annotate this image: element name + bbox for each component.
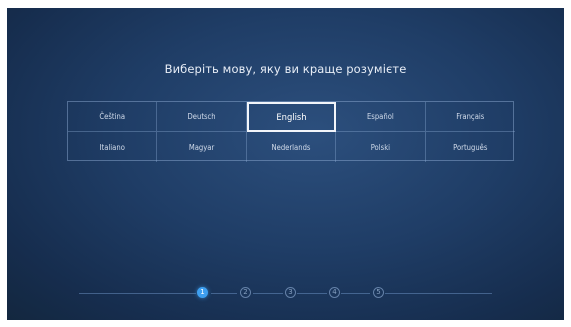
stepper-line-right xyxy=(385,293,492,294)
step-4-indicator: 4 xyxy=(329,287,340,298)
language-grid: Čeština Deutsch English Español Français… xyxy=(67,101,515,162)
page-title: Виберіть мову, яку ви краще розумієте xyxy=(164,62,407,76)
step-1-indicator: 1 xyxy=(197,287,208,298)
setup-progress-stepper: 1 2 3 4 5 xyxy=(7,287,564,301)
language-option-espanol[interactable]: Español xyxy=(336,102,426,132)
language-option-polski[interactable]: Polski xyxy=(336,132,426,162)
language-option-deutsch[interactable]: Deutsch xyxy=(157,102,247,132)
step-2-indicator: 2 xyxy=(240,287,251,298)
language-option-magyar[interactable]: Magyar xyxy=(157,132,247,162)
stepper-line-4-5 xyxy=(341,293,370,294)
language-option-francais[interactable]: Français xyxy=(425,102,515,132)
tv-setup-screen: Виберіть мову, яку ви краще розумієте Če… xyxy=(7,8,564,320)
step-3-indicator: 3 xyxy=(285,287,296,298)
language-option-portugues[interactable]: Português xyxy=(426,132,515,162)
step-5-indicator: 5 xyxy=(373,287,384,298)
stepper-line-3-4 xyxy=(297,293,327,294)
language-option-nederlands[interactable]: Nederlands xyxy=(247,132,337,162)
stepper-line-1-2 xyxy=(211,293,237,294)
language-option-italiano[interactable]: Italiano xyxy=(68,132,158,162)
stepper-line-left xyxy=(79,293,196,294)
language-option-english[interactable]: English xyxy=(246,102,337,132)
stepper-line-2-3 xyxy=(253,293,283,294)
language-option-cestina[interactable]: Čeština xyxy=(68,102,158,132)
